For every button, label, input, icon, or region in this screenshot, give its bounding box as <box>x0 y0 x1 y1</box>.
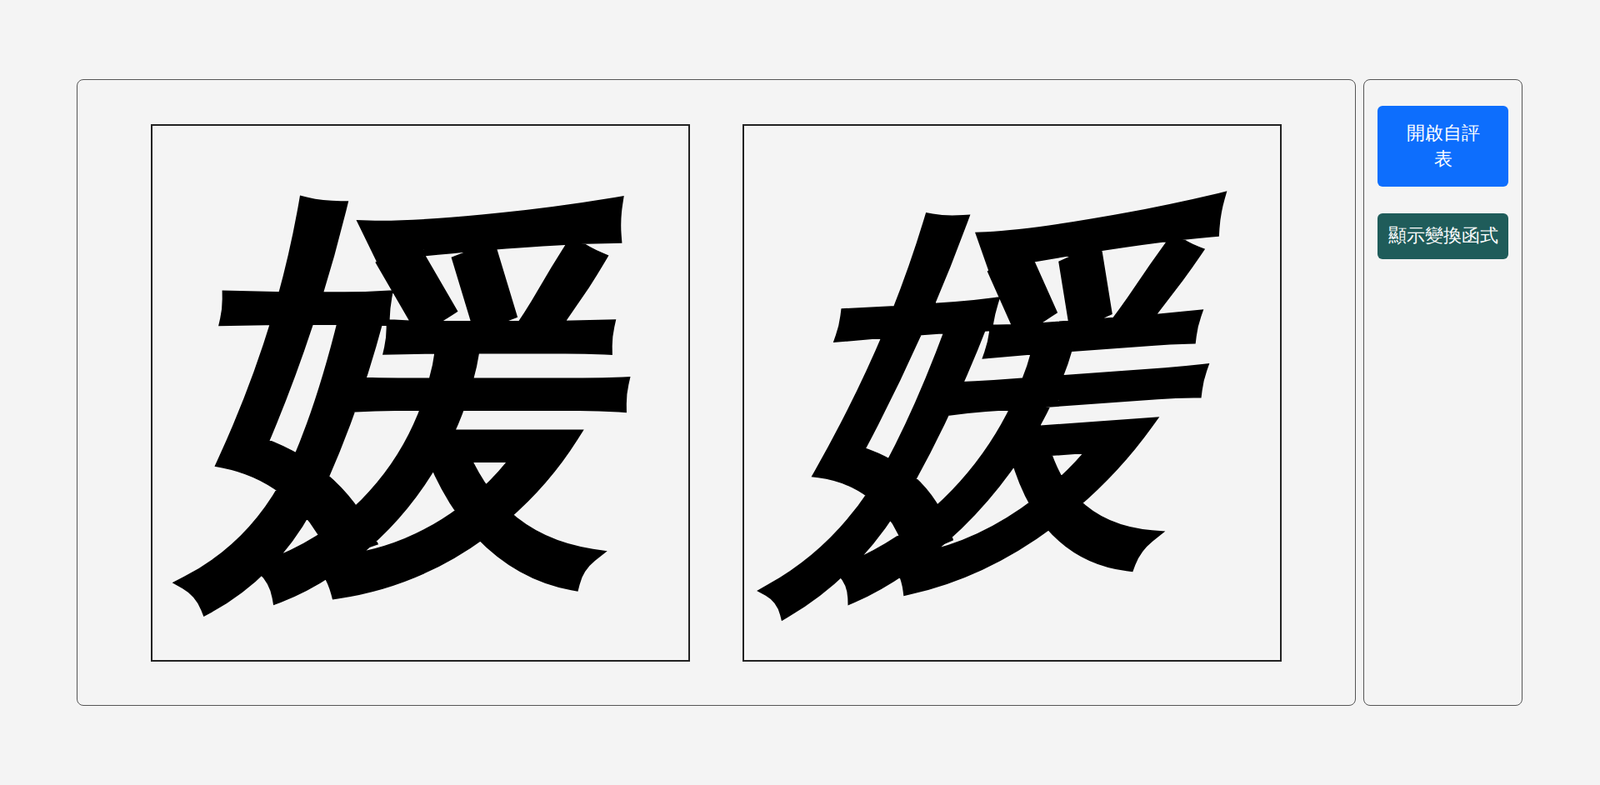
drawing-canvas[interactable]: 媛 <box>150 124 690 662</box>
page: 媛媛開啟自評表顯示變換函式 <box>0 0 1600 785</box>
canvas-panel: 媛媛 <box>76 79 1356 706</box>
side-panel: 開啟自評表顯示變換函式 <box>1363 79 1523 706</box>
character: 媛 <box>180 176 660 610</box>
action-button[interactable]: 開啟自評表 <box>1377 105 1509 187</box>
action-button[interactable]: 顯示變換函式 <box>1377 213 1509 260</box>
distorted-character: 媛 <box>761 170 1264 616</box>
drawing-canvas[interactable]: 媛 <box>742 124 1282 662</box>
